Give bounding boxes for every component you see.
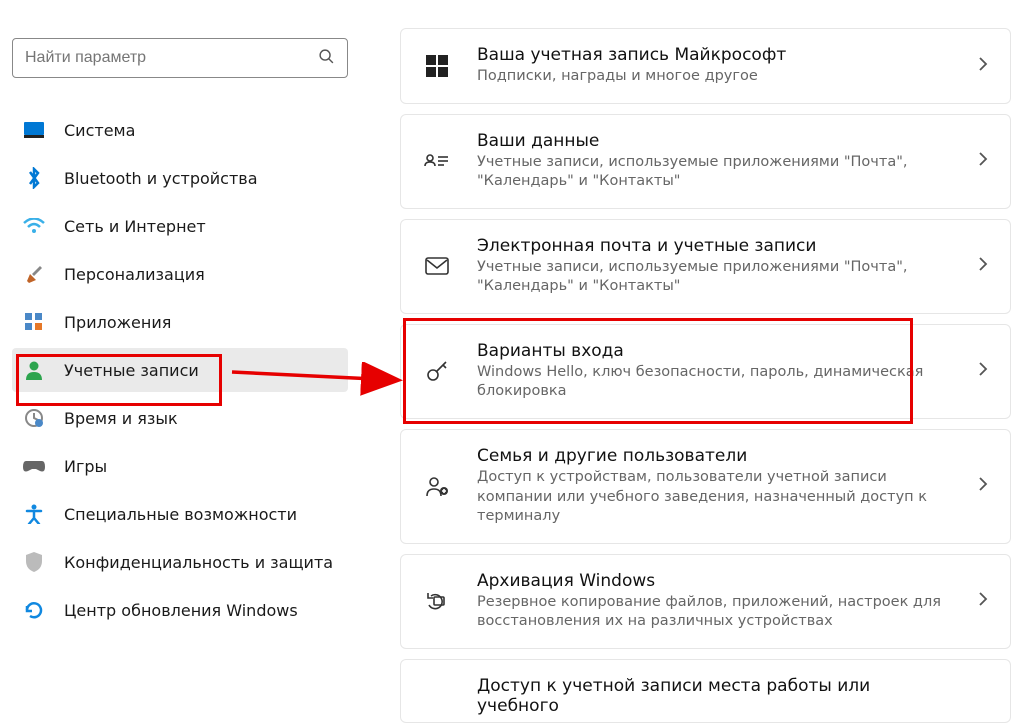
sidebar-item-windows-update[interactable]: Центр обновления Windows bbox=[12, 588, 348, 632]
card-title: Ваши данные bbox=[477, 131, 952, 151]
monitor-icon bbox=[22, 118, 46, 142]
microsoft-logo-icon bbox=[423, 52, 451, 80]
sidebar-item-apps[interactable]: Приложения bbox=[12, 300, 348, 344]
search-input-wrapper[interactable] bbox=[12, 38, 348, 78]
mail-icon bbox=[423, 252, 451, 280]
card-microsoft-account[interactable]: Ваша учетная запись Майкрософт Подписки,… bbox=[400, 28, 1011, 104]
id-card-icon bbox=[423, 147, 451, 175]
sidebar-item-time-language[interactable]: Время и язык bbox=[12, 396, 348, 440]
chevron-right-icon bbox=[978, 361, 988, 381]
card-title: Ваша учетная запись Майкрософт bbox=[477, 45, 952, 65]
card-desc: Windows Hello, ключ безопасности, пароль… bbox=[477, 363, 952, 402]
card-desc: Учетные записи, используемые приложениям… bbox=[477, 258, 952, 297]
apps-icon bbox=[22, 310, 46, 334]
sidebar-item-label: Система bbox=[64, 121, 135, 140]
card-title: Варианты входа bbox=[477, 341, 952, 361]
chevron-right-icon bbox=[978, 256, 988, 276]
sidebar-item-label: Специальные возможности bbox=[64, 505, 297, 524]
sidebar-item-label: Время и язык bbox=[64, 409, 178, 428]
card-desc: Доступ к устройствам, пользователи учетн… bbox=[477, 468, 952, 527]
sidebar-item-bluetooth[interactable]: Bluetooth и устройства bbox=[12, 156, 348, 200]
sidebar-item-label: Сеть и Интернет bbox=[64, 217, 206, 236]
clock-globe-icon bbox=[22, 406, 46, 430]
main-content: Ваша учетная запись Майкрософт Подписки,… bbox=[360, 0, 1029, 691]
nav: Система Bluetooth и устройства Сеть и Ин… bbox=[12, 106, 348, 634]
sidebar-item-network[interactable]: Сеть и Интернет bbox=[12, 204, 348, 248]
chevron-right-icon bbox=[978, 151, 988, 171]
sidebar-item-accounts[interactable]: Учетные записи bbox=[12, 348, 348, 392]
chevron-right-icon bbox=[978, 56, 988, 76]
card-title: Архивация Windows bbox=[477, 571, 952, 591]
sidebar-item-label: Учетные записи bbox=[64, 361, 199, 380]
card-title: Электронная почта и учетные записи bbox=[477, 236, 952, 256]
sidebar-item-gaming[interactable]: Игры bbox=[12, 444, 348, 488]
chevron-right-icon bbox=[978, 476, 988, 496]
person-icon bbox=[22, 358, 46, 382]
chevron-right-icon bbox=[978, 591, 988, 611]
sidebar-item-accessibility[interactable]: Специальные возможности bbox=[12, 492, 348, 536]
card-email-accounts[interactable]: Электронная почта и учетные записи Учетн… bbox=[400, 219, 1011, 314]
sidebar-item-label: Центр обновления Windows bbox=[64, 601, 298, 620]
person-plus-icon bbox=[423, 472, 451, 500]
update-icon bbox=[22, 598, 46, 622]
key-icon bbox=[423, 357, 451, 385]
card-title: Семья и другие пользователи bbox=[477, 446, 952, 466]
sidebar-item-privacy[interactable]: Конфиденциальность и защита bbox=[12, 540, 348, 584]
sidebar-item-label: Персонализация bbox=[64, 265, 205, 284]
bluetooth-icon bbox=[22, 166, 46, 190]
sidebar-item-system[interactable]: Система bbox=[12, 108, 348, 152]
sidebar-item-label: Игры bbox=[64, 457, 107, 476]
sidebar-item-label: Bluetooth и устройства bbox=[64, 169, 258, 188]
backup-icon bbox=[423, 587, 451, 615]
gamepad-icon bbox=[22, 454, 46, 478]
sidebar-item-label: Приложения bbox=[64, 313, 171, 332]
sidebar-item-label: Конфиденциальность и защита bbox=[64, 553, 333, 572]
shield-icon bbox=[22, 550, 46, 574]
card-desc: Учетные записи, используемые приложениям… bbox=[477, 153, 952, 192]
wifi-icon bbox=[22, 214, 46, 238]
accessibility-icon bbox=[22, 502, 46, 526]
card-signin-options[interactable]: Варианты входа Windows Hello, ключ безоп… bbox=[400, 324, 1011, 419]
card-windows-backup[interactable]: Архивация Windows Резервное копирование … bbox=[400, 554, 1011, 649]
sidebar-item-personalization[interactable]: Персонализация bbox=[12, 252, 348, 296]
paintbrush-icon bbox=[22, 262, 46, 286]
search-input[interactable] bbox=[25, 49, 318, 67]
card-your-info[interactable]: Ваши данные Учетные записи, используемые… bbox=[400, 114, 1011, 209]
card-title: Доступ к учетной записи места работы или… bbox=[477, 676, 952, 716]
card-family-users[interactable]: Семья и другие пользователи Доступ к уст… bbox=[400, 429, 1011, 544]
card-desc: Подписки, награды и многое другое bbox=[477, 67, 952, 87]
search-icon bbox=[318, 48, 335, 69]
sidebar: Система Bluetooth и устройства Сеть и Ин… bbox=[0, 0, 360, 691]
card-desc: Резервное копирование файлов, приложений… bbox=[477, 593, 952, 632]
